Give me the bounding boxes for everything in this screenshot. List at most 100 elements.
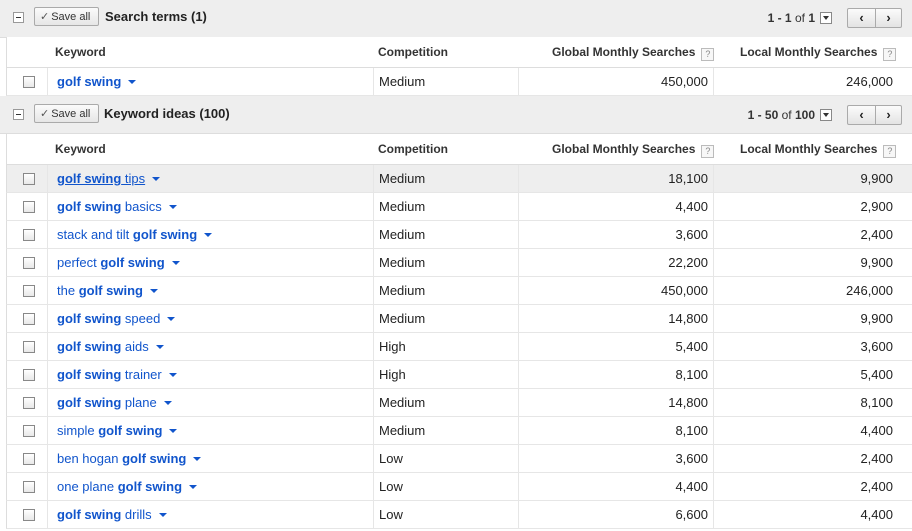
save-all-search-terms-button[interactable]: ✓ Save all bbox=[34, 7, 99, 26]
keyword-column-header[interactable]: Keyword bbox=[55, 142, 106, 156]
row-checkbox[interactable] bbox=[23, 201, 35, 213]
local-searches-column-header[interactable]: Local Monthly Searches? bbox=[740, 142, 897, 158]
collapse-search-terms-button[interactable] bbox=[13, 12, 24, 23]
chevron-down-icon[interactable] bbox=[128, 80, 137, 84]
help-icon[interactable]: ? bbox=[883, 48, 897, 61]
keyword-prefix: stack and tilt bbox=[57, 227, 133, 242]
global-searches-column-header[interactable]: Global Monthly Searches? bbox=[552, 45, 715, 61]
keyword-suffix: trainer bbox=[121, 367, 162, 382]
previous-page-button[interactable]: ‹ bbox=[848, 106, 876, 124]
row-checkbox[interactable] bbox=[23, 481, 35, 493]
chevron-down-icon[interactable] bbox=[171, 261, 180, 265]
global-searches-value: 14,800 bbox=[668, 395, 708, 410]
table-row: golf swing plane Medium 14,800 8,100 bbox=[6, 389, 912, 417]
pager-of: of bbox=[794, 11, 805, 25]
row-checkbox[interactable] bbox=[23, 173, 35, 185]
chevron-down-icon[interactable] bbox=[158, 513, 167, 517]
chevron-down-icon[interactable] bbox=[152, 177, 161, 181]
chevron-down-icon[interactable] bbox=[193, 457, 202, 461]
row-checkbox[interactable] bbox=[23, 229, 35, 241]
local-searches-column-header[interactable]: Local Monthly Searches? bbox=[740, 45, 897, 61]
row-checkbox[interactable] bbox=[23, 285, 35, 297]
global-searches-value: 3,600 bbox=[675, 451, 708, 466]
keyword-link[interactable]: golf swing trainer bbox=[57, 367, 177, 382]
keyword-column-header[interactable]: Keyword bbox=[55, 45, 106, 59]
row-checkbox[interactable] bbox=[23, 369, 35, 381]
keyword-suffix: speed bbox=[121, 311, 161, 326]
global-searches-value: 450,000 bbox=[661, 74, 708, 89]
keyword-link[interactable]: golf swing speed bbox=[57, 311, 176, 326]
keyword-link[interactable]: golf swing aids bbox=[57, 339, 164, 354]
row-checkbox[interactable] bbox=[23, 425, 35, 437]
keyword-link[interactable]: simple golf swing bbox=[57, 423, 178, 438]
search-terms-pager: 1 - 1 of 1 bbox=[768, 11, 815, 25]
keyword-prefix: one plane bbox=[57, 479, 118, 494]
keyword-match: golf swing bbox=[98, 423, 163, 438]
table-row: golf swing trainer High 8,100 5,400 bbox=[6, 361, 912, 389]
competition-value: Medium bbox=[379, 423, 426, 438]
save-all-keyword-ideas-button[interactable]: ✓ Save all bbox=[34, 104, 99, 123]
keyword-link[interactable]: the golf swing bbox=[57, 283, 158, 298]
chevron-down-icon[interactable] bbox=[149, 289, 158, 293]
keyword-link[interactable]: golf swing tips bbox=[57, 171, 161, 186]
keyword-link[interactable]: ben hogan golf swing bbox=[57, 451, 202, 466]
chevron-down-icon[interactable] bbox=[204, 233, 213, 237]
keyword-link[interactable]: one plane golf swing bbox=[57, 479, 198, 494]
save-all-label: Save all bbox=[51, 11, 91, 23]
global-searches-value: 4,400 bbox=[675, 479, 708, 494]
table-row: the golf swing Medium 450,000 246,000 bbox=[6, 277, 912, 305]
pager-dropdown-icon[interactable] bbox=[820, 12, 832, 24]
chevron-down-icon[interactable] bbox=[168, 205, 177, 209]
global-searches-value: 8,100 bbox=[675, 367, 708, 382]
keyword-link[interactable]: golf swing drills bbox=[57, 507, 167, 522]
chevron-down-icon[interactable] bbox=[163, 401, 172, 405]
help-icon[interactable]: ? bbox=[883, 145, 897, 158]
keyword-ideas-header: ✓ Save all Keyword ideas (100) 1 - 50 of … bbox=[0, 96, 912, 134]
row-checkbox[interactable] bbox=[23, 453, 35, 465]
competition-value: Low bbox=[379, 451, 403, 466]
keyword-match: golf swing bbox=[132, 227, 198, 242]
pager-range: 1 - 1 bbox=[767, 11, 792, 25]
keyword-link[interactable]: perfect golf swing bbox=[57, 255, 180, 270]
keyword-link[interactable]: golf swing plane bbox=[57, 395, 172, 410]
chevron-down-icon[interactable] bbox=[189, 485, 198, 489]
global-searches-value: 450,000 bbox=[661, 283, 708, 298]
row-checkbox[interactable] bbox=[23, 257, 35, 269]
row-checkbox[interactable] bbox=[23, 313, 35, 325]
next-page-button[interactable]: › bbox=[875, 9, 902, 27]
keyword-link[interactable]: stack and tilt golf swing bbox=[57, 227, 213, 242]
competition-value: High bbox=[379, 367, 406, 382]
pager-dropdown-icon[interactable] bbox=[820, 109, 832, 121]
help-icon[interactable]: ? bbox=[701, 48, 715, 61]
global-searches-column-header[interactable]: Global Monthly Searches? bbox=[552, 142, 715, 158]
local-searches-label: Local Monthly Searches bbox=[740, 45, 878, 59]
help-icon[interactable]: ? bbox=[701, 145, 715, 158]
row-checkbox[interactable] bbox=[23, 509, 35, 521]
local-searches-value: 9,900 bbox=[860, 171, 893, 186]
global-searches-label: Global Monthly Searches bbox=[552, 142, 696, 156]
local-searches-label: Local Monthly Searches bbox=[740, 142, 878, 156]
next-page-button[interactable]: › bbox=[875, 106, 902, 124]
competition-column-header[interactable]: Competition bbox=[378, 45, 448, 59]
chevron-down-icon[interactable] bbox=[168, 373, 177, 377]
chevron-down-icon[interactable] bbox=[169, 429, 178, 433]
table-row: golf swing speed Medium 14,800 9,900 bbox=[6, 305, 912, 333]
previous-page-button[interactable]: ‹ bbox=[848, 9, 876, 27]
local-searches-value: 9,900 bbox=[860, 311, 893, 326]
row-checkbox[interactable] bbox=[23, 397, 35, 409]
keyword-match: golf swing bbox=[117, 479, 183, 494]
table-row: golf swing tips Medium 18,100 9,900 bbox=[6, 165, 912, 193]
collapse-keyword-ideas-button[interactable] bbox=[13, 109, 24, 120]
chevron-down-icon[interactable] bbox=[167, 317, 176, 321]
global-searches-value: 4,400 bbox=[675, 199, 708, 214]
table-row: one plane golf swing Low 4,400 2,400 bbox=[6, 473, 912, 501]
row-checkbox[interactable] bbox=[23, 341, 35, 353]
keyword-link[interactable]: golf swing basics bbox=[57, 199, 177, 214]
chevron-down-icon[interactable] bbox=[155, 345, 164, 349]
table-row: golf swing drills Low 6,600 4,400 bbox=[6, 501, 912, 529]
competition-column-header[interactable]: Competition bbox=[378, 142, 448, 156]
keyword-link[interactable]: golf swing bbox=[57, 74, 137, 89]
search-terms-header: ✓ Save all Search terms (1) 1 - 1 of 1 ‹ … bbox=[0, 0, 912, 38]
global-searches-value: 5,400 bbox=[675, 339, 708, 354]
row-checkbox[interactable] bbox=[23, 76, 35, 88]
